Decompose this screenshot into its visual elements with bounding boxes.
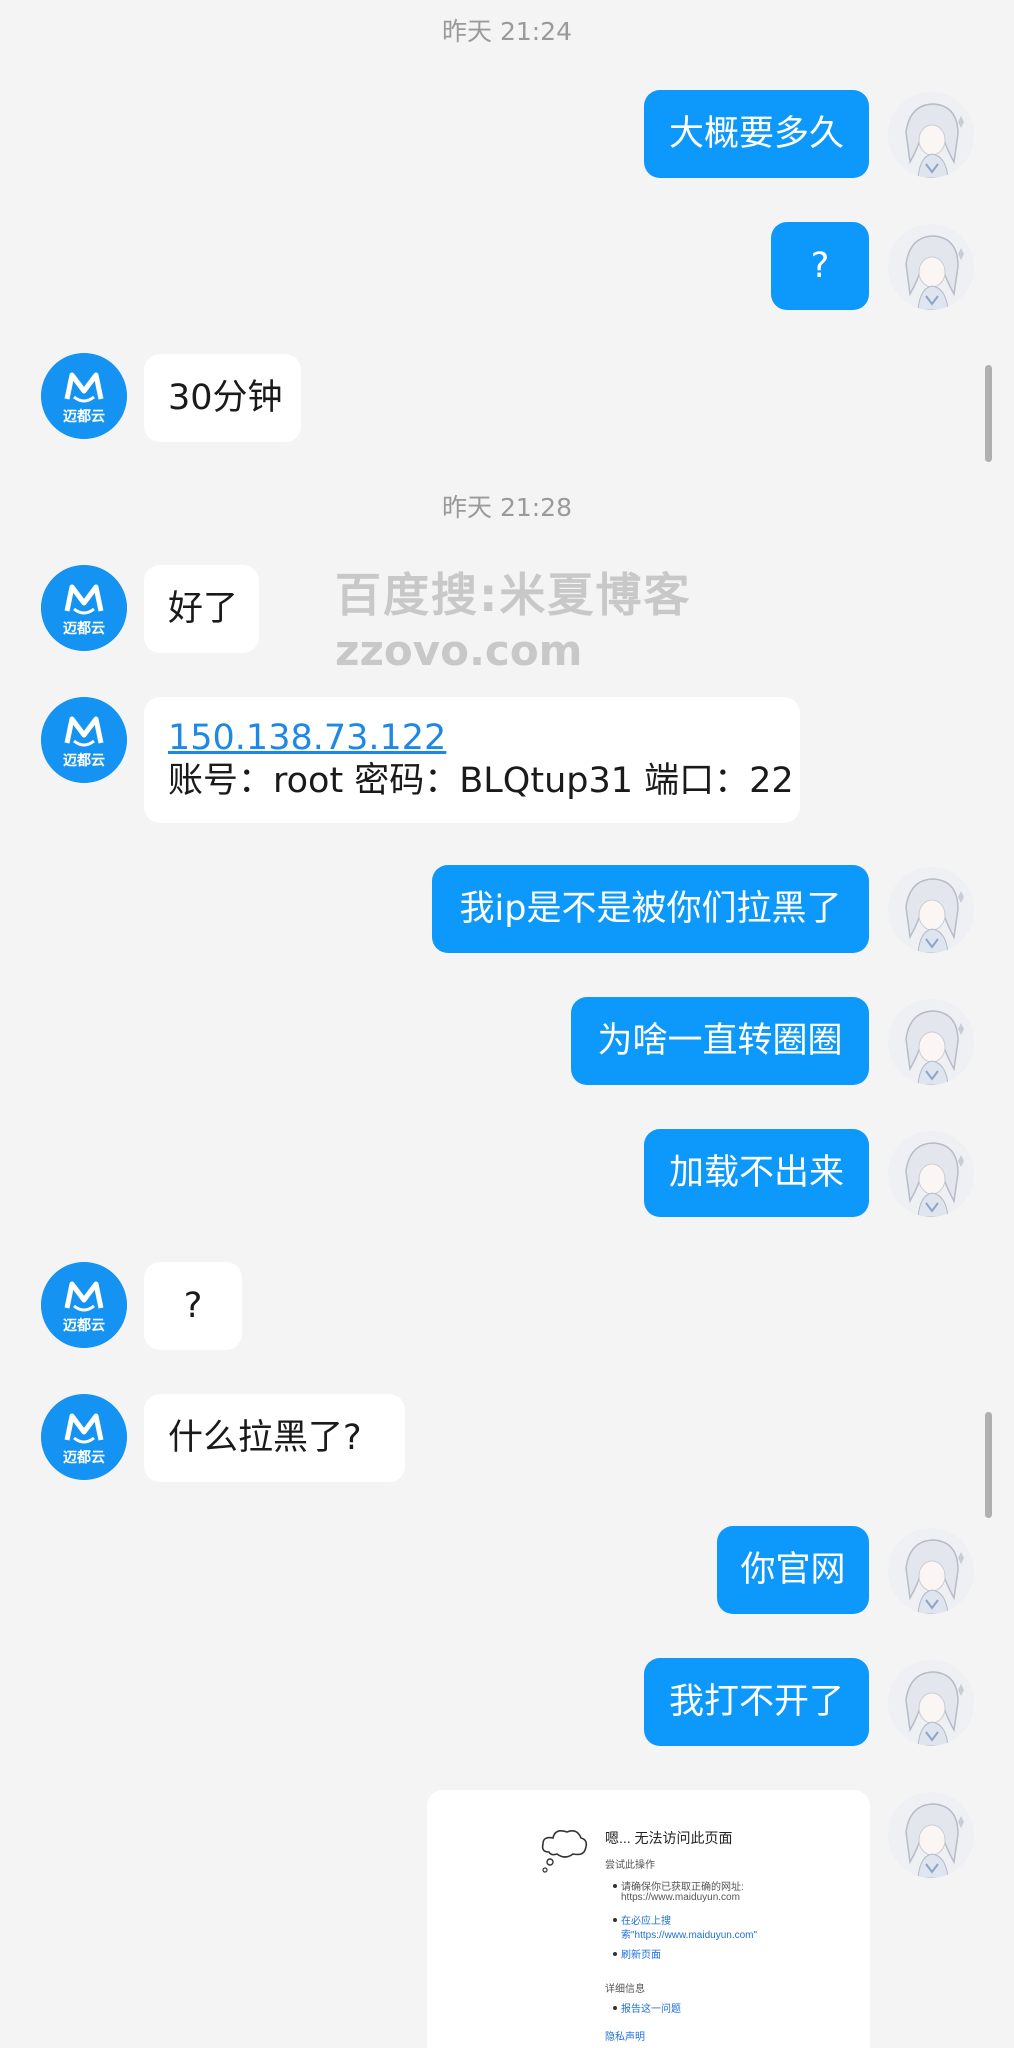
error-subtitle: 尝试此操作 <box>605 1860 655 1871</box>
maiduyun-logo-icon: 迈都云 <box>41 697 127 783</box>
details-heading: 详细信息 <box>605 1984 645 1995</box>
incoming-message-bubble[interactable]: 30分钟 <box>144 354 301 442</box>
error-item-url: https://www.maiduyun.com <box>621 1892 740 1903</box>
user-avatar[interactable] <box>888 999 974 1085</box>
anime-girl-avatar-icon <box>888 867 974 953</box>
incoming-message-bubble[interactable]: ? <box>144 1262 242 1350</box>
user-avatar[interactable] <box>888 1528 974 1614</box>
maiduyun-logo-icon: 迈都云 <box>41 565 127 651</box>
service-avatar[interactable]: 迈都云 <box>41 1394 127 1480</box>
outgoing-message-bubble[interactable]: 大概要多久 <box>644 90 869 178</box>
scrollbar-thumb[interactable] <box>985 1412 992 1518</box>
scrollbar-thumb[interactable] <box>985 365 992 462</box>
outgoing-message-bubble[interactable]: 加载不出来 <box>644 1129 869 1217</box>
thought-cloud-icon <box>541 1830 588 1873</box>
watermark: 百度搜:米夏博客 zzovo.com <box>335 567 691 677</box>
anime-girl-avatar-icon <box>888 1792 974 1878</box>
incoming-message-bubble[interactable]: 什么拉黑了? <box>144 1394 405 1482</box>
bullet-icon <box>613 1884 617 1888</box>
anime-girl-avatar-icon <box>888 1528 974 1614</box>
user-avatar[interactable] <box>888 1792 974 1878</box>
anime-girl-avatar-icon <box>888 1131 974 1217</box>
error-item-text: 请确保你已获取正确的网址: <box>621 1882 744 1893</box>
bullet-icon <box>613 1918 617 1922</box>
service-avatar[interactable]: 迈都云 <box>41 1262 127 1348</box>
watermark-line-2: zzovo.com <box>335 625 583 675</box>
bullet-icon <box>613 1952 617 1956</box>
user-avatar[interactable] <box>888 867 974 953</box>
privacy-link[interactable]: 隐私声明 <box>605 2028 645 2043</box>
anime-girl-avatar-icon <box>888 224 974 310</box>
timestamp: 昨天 21:24 <box>442 17 572 46</box>
outgoing-message-bubble[interactable]: 我打不开了 <box>644 1658 869 1746</box>
service-avatar[interactable]: 迈都云 <box>41 697 127 783</box>
outgoing-message-bubble[interactable]: 你官网 <box>717 1526 869 1614</box>
watermark-line-1: 百度搜:米夏博客 <box>335 568 692 622</box>
service-avatar[interactable]: 迈都云 <box>41 353 127 439</box>
maiduyun-logo-icon: 迈都云 <box>41 353 127 439</box>
error-title: 嗯... 无法访问此页面 <box>605 1830 733 1846</box>
timestamp: 昨天 21:28 <box>442 493 572 522</box>
svg-text:迈都云: 迈都云 <box>63 753 105 769</box>
service-avatar[interactable]: 迈都云 <box>41 565 127 651</box>
incoming-message-bubble[interactable]: 150.138.73.122 账号：root 密码：BLQtup31 端口：22 <box>144 697 800 823</box>
anime-girl-avatar-icon <box>888 1660 974 1746</box>
image-message-screenshot[interactable]: 嗯... 无法访问此页面 尝试此操作 请确保你已获取正确的网址: https:/… <box>427 1790 870 2048</box>
user-avatar[interactable] <box>888 1131 974 1217</box>
ip-address-link[interactable]: 150.138.73.122 <box>168 717 446 760</box>
search-bing-link[interactable]: 在必应上搜 <box>621 1912 671 1927</box>
maiduyun-logo-icon: 迈都云 <box>41 1394 127 1480</box>
user-avatar[interactable] <box>888 1660 974 1746</box>
report-issue-link[interactable]: 报告这一问题 <box>621 2000 681 2015</box>
svg-text:迈都云: 迈都云 <box>63 1318 105 1334</box>
credentials-text: 账号：root 密码：BLQtup31 端口：22 <box>168 761 794 801</box>
svg-text:迈都云: 迈都云 <box>63 409 105 425</box>
bullet-icon <box>613 2006 617 2010</box>
svg-text:迈都云: 迈都云 <box>63 1450 105 1466</box>
search-bing-link-cont[interactable]: 索"https://www.maiduyun.com" <box>621 1926 757 1941</box>
user-avatar[interactable] <box>888 92 974 178</box>
refresh-link[interactable]: 刷新页面 <box>621 1946 661 1961</box>
outgoing-message-bubble[interactable]: 为啥一直转圈圈 <box>571 997 869 1085</box>
anime-girl-avatar-icon <box>888 92 974 178</box>
incoming-message-bubble[interactable]: 好了 <box>144 565 259 653</box>
outgoing-message-bubble[interactable]: 我ip是不是被你们拉黑了 <box>432 865 869 953</box>
maiduyun-logo-icon: 迈都云 <box>41 1262 127 1348</box>
svg-text:迈都云: 迈都云 <box>63 621 105 637</box>
outgoing-message-bubble[interactable]: ? <box>771 222 869 310</box>
anime-girl-avatar-icon <box>888 999 974 1085</box>
user-avatar[interactable] <box>888 224 974 310</box>
